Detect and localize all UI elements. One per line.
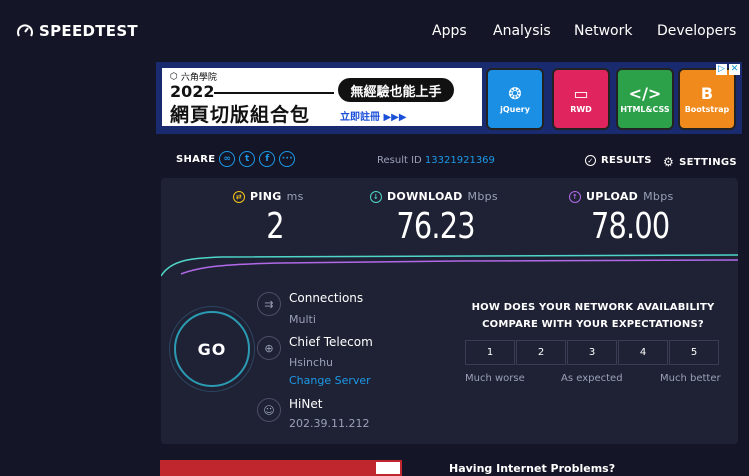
share-bar: SHARE ∞ t f ··· (176, 151, 296, 167)
results-label: RESULTS (601, 155, 652, 166)
ping-icon: ⇄ (233, 190, 245, 203)
connections-value[interactable]: Multi (289, 313, 316, 326)
ping-value: 2 (266, 206, 284, 247)
connections-label: Connections (289, 291, 364, 305)
ad-title: 網頁切版組合包 (170, 104, 311, 126)
bottom-ad[interactable] (160, 460, 402, 476)
survey-scale: 1 2 3 4 5 (465, 340, 719, 365)
ad-banner[interactable]: ⬡ 六角學院 2022 網頁切版組合包 無經驗也能上手 立即註冊 ▶▶▶ ❂ jQu… (156, 62, 742, 134)
ad-year: 2022 (170, 82, 215, 101)
download-value: 76.23 (396, 206, 475, 247)
devices-icon: ▭ (573, 84, 589, 103)
server-name: Chief Telecom (289, 335, 373, 349)
ad-close-icon[interactable]: ✕ (729, 64, 740, 75)
isp-name: HiNet (289, 397, 323, 411)
upload-unit: Mbps (643, 190, 674, 203)
logo-text: SPEEDTEST (39, 22, 138, 40)
survey-option-1[interactable]: 1 (465, 340, 515, 365)
code-icon: </> (628, 84, 662, 103)
ad-tile-html-css: </> HTML&CSS (616, 68, 674, 130)
change-server-link[interactable]: Change Server (289, 374, 371, 387)
ad-tile-rwd: ▭ RWD (552, 68, 610, 130)
facebook-icon[interactable]: f (259, 151, 276, 167)
globe-icon: ⊕ (257, 336, 281, 360)
twitter-icon[interactable]: t (239, 151, 256, 167)
survey-option-5[interactable]: 5 (669, 340, 719, 365)
result-id-label: Result ID (377, 155, 422, 166)
go-button[interactable]: GO (174, 311, 250, 387)
ad-info-icon[interactable]: ▷ (716, 64, 727, 75)
result-id: Result ID 13321921369 (377, 155, 495, 166)
user-icon: ☺ (257, 398, 281, 422)
ad-tile-jquery: ❂ jQuery (486, 68, 544, 130)
gear-icon: ⚙ (663, 155, 675, 169)
ad-brand-icon: ⬡ (170, 71, 178, 82)
download-curve (161, 254, 738, 277)
download-icon: ↓ (370, 190, 382, 203)
survey-option-2[interactable]: 2 (516, 340, 566, 365)
result-id-value[interactable]: 13321921369 (425, 155, 495, 166)
ad-tile-label: HTML&CSS (620, 105, 670, 114)
nav-developers[interactable]: Developers (657, 23, 736, 39)
server-location: Hsinchu (289, 356, 334, 369)
ping-label: PING (250, 190, 282, 203)
download-unit: Mbps (467, 190, 498, 203)
survey-question: HOW DOES YOUR NETWORK AVAILABILITY COMPA… (471, 302, 715, 330)
speed-graph (161, 254, 738, 277)
ad-tile-bootstrap: B Bootstrap (678, 68, 736, 130)
share-label: SHARE (176, 153, 216, 165)
survey-option-3[interactable]: 3 (567, 340, 617, 365)
ad-tile-label: Bootstrap (684, 105, 730, 114)
ad-pill: 無經驗也能上手 (338, 78, 454, 102)
ping-unit: ms (286, 190, 304, 203)
upload-value: 78.00 (591, 206, 670, 247)
ad-cta[interactable]: 立即註冊 ▶▶▶ (340, 108, 407, 123)
bottom-ad-controls[interactable] (376, 462, 400, 474)
settings-label: SETTINGS (679, 156, 737, 168)
ad-tile-label: RWD (570, 105, 592, 114)
bootstrap-icon: B (700, 84, 714, 103)
ad-tile-label: jQuery (500, 105, 530, 114)
results-link[interactable]: ✓ RESULTS (585, 155, 652, 166)
nav-analysis[interactable]: Analysis (493, 23, 551, 39)
survey-mid-label: As expected (561, 373, 623, 384)
jquery-icon: ❂ (508, 84, 522, 103)
ad-divider (214, 92, 334, 94)
nav-network[interactable]: Network (574, 23, 632, 39)
more-icon[interactable]: ··· (279, 151, 296, 167)
connections-icon: ⇉ (257, 292, 281, 316)
settings-link[interactable]: ⚙ SETTINGS (663, 155, 737, 169)
gauge-icon (17, 24, 33, 37)
survey-low-label: Much worse (465, 373, 525, 384)
upload-label: UPLOAD (586, 190, 639, 203)
upload-metric: ↑ UPLOAD Mbps 78.00 (569, 190, 689, 247)
top-bar: SPEEDTEST Apps Analysis Network Develope… (0, 0, 749, 62)
nav-apps[interactable]: Apps (432, 23, 467, 39)
ad-controls: ▷ ✕ (716, 64, 740, 75)
survey-option-4[interactable]: 4 (618, 340, 668, 365)
download-metric: ↓ DOWNLOAD Mbps 76.23 (370, 190, 498, 247)
upload-icon: ↑ (569, 190, 581, 203)
download-label: DOWNLOAD (387, 190, 463, 203)
isp-ip: 202.39.11.212 (289, 417, 370, 430)
link-icon[interactable]: ∞ (219, 151, 236, 167)
survey-high-label: Much better (660, 373, 721, 384)
upload-curve (180, 259, 738, 275)
check-circle-icon: ✓ (585, 155, 596, 166)
ping-metric: ⇄ PING ms 2 (233, 190, 304, 247)
problems-heading: Having Internet Problems? (449, 462, 616, 475)
speedtest-logo[interactable]: SPEEDTEST (16, 22, 138, 40)
